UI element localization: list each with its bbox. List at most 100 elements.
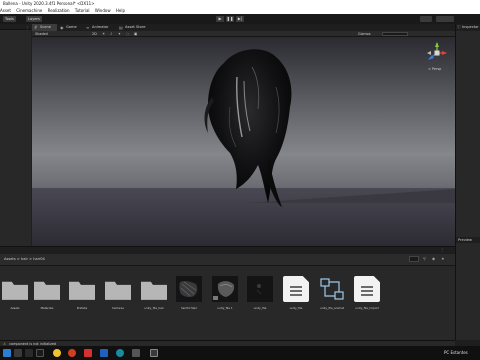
asset-name: textures (112, 306, 124, 310)
asset-name: Assets (10, 306, 20, 310)
menu-item-cinemachine[interactable]: Cinemachine (16, 8, 42, 13)
asset-item[interactable]: unity_file (281, 276, 311, 312)
layers-dropdown[interactable] (420, 16, 432, 22)
menu-item-help[interactable]: Help (116, 8, 125, 13)
tab-preview[interactable]: Preview (456, 237, 480, 243)
menu-item-realization[interactable]: Realization (48, 8, 70, 13)
store-icon: ▤ (119, 25, 123, 30)
explorer-icon[interactable] (36, 349, 44, 357)
tools-label: Tools (5, 17, 14, 21)
scene-search-input[interactable] (382, 32, 408, 36)
label-icon[interactable]: ◆ (432, 256, 435, 261)
document-icon (283, 276, 309, 302)
opera-icon[interactable] (68, 349, 76, 357)
project-search-input[interactable] (409, 256, 419, 262)
tray-text[interactable]: PC Estantes (444, 349, 468, 357)
window-title-bar: Ballena - Unity 2020.3.4f1 Personal* <DX… (0, 0, 480, 8)
hair-model-icon (213, 281, 235, 300)
project-tab-strip: ⋮ (0, 247, 455, 254)
layers-label: Layers (28, 17, 40, 21)
play-button[interactable]: ▶ (216, 16, 224, 22)
folder-icon (34, 281, 60, 300)
scene-viewport[interactable]: < Persp (32, 37, 455, 246)
asset-name: Materials (40, 306, 54, 310)
tab-scene[interactable]: # Scene (32, 24, 57, 31)
asset-item[interactable]: Prefabs (67, 276, 97, 312)
tab-inspector[interactable]: ⓘ Inspector (456, 24, 480, 31)
kebab-menu-icon[interactable]: ⋮ (440, 247, 444, 252)
tab-game-label: Game (66, 25, 77, 29)
tab-inspector-label: Inspector (462, 25, 479, 29)
star-icon[interactable]: ★ (441, 256, 445, 261)
window-title: Ballena - Unity 2020.3.4f1 Personal* <DX… (3, 1, 95, 6)
hair-texture-icon (179, 280, 198, 298)
step-button[interactable]: ▶| (236, 16, 244, 22)
asset-name: Prefabs (76, 306, 88, 310)
play-icon: ▶ (218, 16, 222, 21)
layout-dropdown[interactable] (436, 16, 454, 22)
asset-item[interactable]: Assets (0, 276, 30, 312)
store-app-icon[interactable] (100, 349, 108, 357)
animator-icon: ≡ (86, 25, 90, 30)
tab-preview-label: Preview (458, 238, 472, 242)
folder-icon (2, 281, 28, 300)
info-icon: ⓘ (457, 25, 461, 29)
pause-icon: ❚❚ (226, 16, 234, 21)
asset-name: unity_file (253, 306, 267, 310)
asset-name: hair04 Hairi (180, 306, 198, 310)
preview-panel: Preview (455, 237, 480, 340)
asset-item[interactable]: unity_file_Import (352, 276, 382, 312)
asset-item[interactable]: textures (103, 276, 133, 312)
hierarchy-icon (319, 276, 345, 302)
menu-item-tutorial[interactable]: Tutorial (75, 8, 90, 13)
search-icon[interactable] (14, 349, 22, 357)
asset-item[interactable]: Materials (32, 276, 62, 312)
asset-name: unity_file (289, 306, 303, 310)
pdf-icon[interactable] (84, 349, 92, 357)
filter-icon[interactable]: ⚲ (423, 256, 426, 261)
scene-icon: # (34, 25, 38, 30)
inspector-panel: ⓘ Inspector (455, 24, 480, 237)
hierarchy-panel: ⋮ (0, 24, 31, 246)
windows-start-icon[interactable] (3, 349, 11, 357)
pause-button[interactable]: ❚❚ (226, 16, 234, 22)
chrome-icon[interactable] (53, 349, 61, 357)
project-toolbar: Assets > hair > hair04 ⚲ ◆ ★ (0, 254, 455, 266)
asset-name: unity_file_animat (320, 306, 344, 310)
unity-icon[interactable] (150, 349, 158, 357)
perspective-label[interactable]: < Persp (428, 67, 441, 71)
asset-name: unity_file 1 (217, 306, 233, 310)
tab-asset-store-label: Asset Store (125, 25, 146, 29)
tab-game[interactable]: ◉ Game (58, 24, 83, 31)
breadcrumb[interactable]: Assets > hair > hair04 (4, 257, 45, 261)
asset-item[interactable]: hair04 Hairi (174, 276, 204, 312)
project-panel: ⋮ Assets > hair > hair04 ⚲ ◆ ★ Assets Ma… (0, 246, 455, 340)
tab-animator[interactable]: ≡ Animator (84, 24, 116, 31)
main-toolbar: Tools Layers ▶ ❚❚ ▶| (0, 14, 480, 24)
folder-icon (105, 281, 131, 300)
dark-texture-thumbnail (247, 276, 273, 302)
cloud-dropdown[interactable]: Layers (26, 16, 42, 22)
game-icon: ◉ (60, 25, 64, 30)
tab-asset-store[interactable]: ▤ Asset Store (117, 24, 155, 31)
kebab-menu-icon[interactable]: ⋮ (25, 25, 29, 30)
folder-icon (141, 281, 167, 300)
asset-item[interactable]: unity_file_animat (317, 276, 347, 312)
tab-animator-label: Animator (92, 25, 109, 29)
asset-item[interactable]: unity_file (245, 276, 275, 312)
folder-icon (69, 281, 95, 300)
asset-item[interactable]: unity_file_hair (139, 276, 169, 312)
menu-item-asset[interactable]: Asset (0, 8, 11, 13)
scene-tab-strip: # Scene ◉ Game ≡ Animator ▤ Asset Store (32, 24, 455, 31)
hierarchy-tab-strip: ⋮ (0, 24, 31, 30)
account-dropdown[interactable]: Tools (3, 16, 16, 22)
camera-icon[interactable] (132, 349, 140, 357)
tab-scene-label: Scene (40, 25, 51, 29)
menu-item-window[interactable]: Window (95, 8, 111, 13)
asset-name: unity_file_hair (144, 306, 164, 310)
sync-icon[interactable] (116, 349, 124, 357)
hair-model[interactable] (32, 37, 455, 246)
task-view-icon[interactable] (25, 349, 33, 357)
asset-item[interactable]: unity_file 1 (210, 276, 240, 312)
texture-thumbnail (176, 276, 202, 302)
